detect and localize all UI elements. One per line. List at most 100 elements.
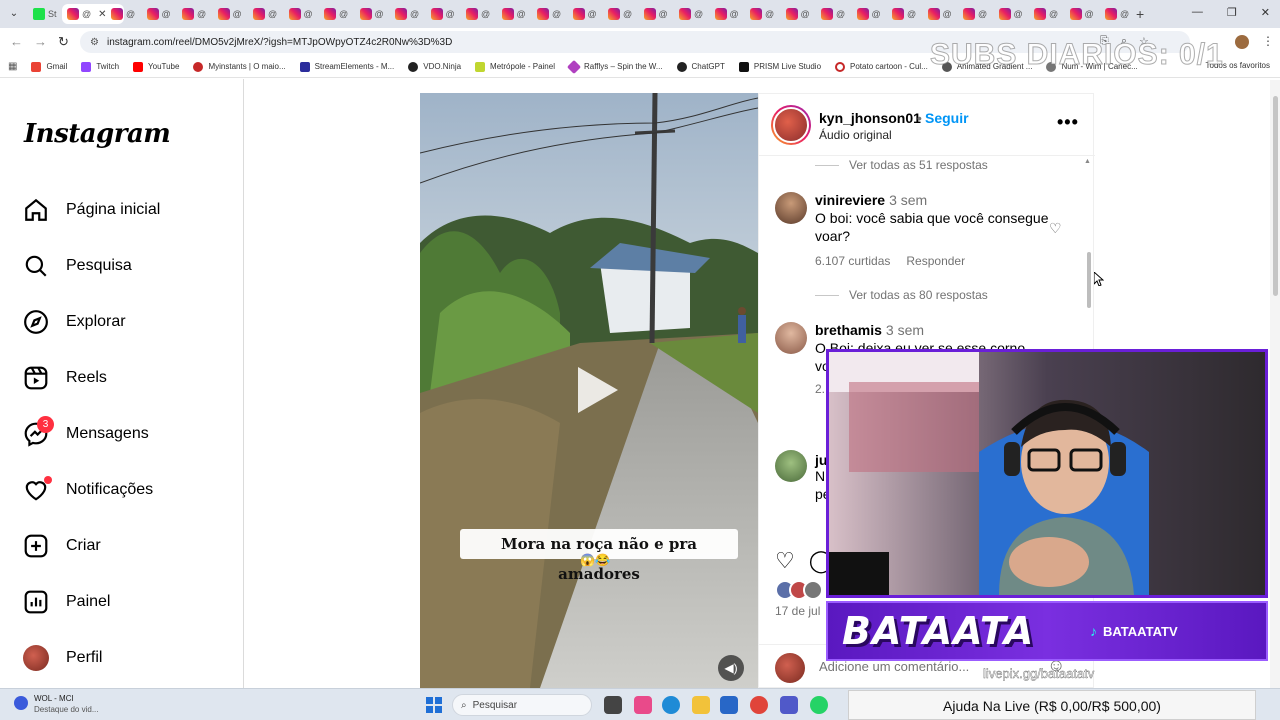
tab-instagram[interactable]: @ <box>1100 4 1136 24</box>
tab-instagram[interactable]: @ <box>958 4 994 24</box>
author-username[interactable]: kyn_jhonson01 <box>819 110 921 126</box>
bookmark-myinstants[interactable]: Myinstants | O maio... <box>193 61 286 72</box>
reload-icon[interactable]: ↻ <box>58 34 69 50</box>
bookmark-twitch[interactable]: Twitch <box>81 61 119 72</box>
tab-kick[interactable]: St <box>28 4 64 24</box>
forward-icon[interactable]: → <box>34 34 47 49</box>
tab-search-icon[interactable]: ⌄ <box>6 6 22 22</box>
view-replies-51[interactable]: Ver todas as 51 respostas <box>815 158 988 172</box>
close-window-icon[interactable]: ✕ <box>1261 6 1270 19</box>
chrome-icon[interactable] <box>750 696 768 714</box>
bookmark-metropole[interactable]: Metrópole - Painel <box>475 61 555 72</box>
tab-instagram[interactable]: @ <box>497 4 533 24</box>
tab-instagram[interactable]: @ <box>568 4 604 24</box>
bookmark-vdoninja[interactable]: VDO.Ninja <box>408 61 461 72</box>
apps-icon[interactable]: ▦ <box>8 61 17 72</box>
tab-instagram[interactable]: @ <box>639 4 675 24</box>
tab-instagram[interactable]: @ <box>852 4 888 24</box>
new-tab-icon[interactable]: + <box>1136 6 1144 22</box>
bookmark-gmail[interactable]: Gmail <box>31 61 67 72</box>
nav-notifications[interactable]: Notificações <box>22 474 153 506</box>
nav-home[interactable]: Página inicial <box>22 194 160 226</box>
scroll-up-arrow-icon[interactable]: ▲ <box>1084 158 1091 165</box>
tab-instagram[interactable]: @ <box>887 4 923 24</box>
avatar[interactable] <box>775 192 807 224</box>
follow-button[interactable]: Seguir <box>925 110 969 126</box>
page-scrollbar[interactable] <box>1273 96 1278 296</box>
nav-explore[interactable]: Explorar <box>22 306 126 338</box>
windows-start-icon[interactable] <box>426 697 442 713</box>
play-icon[interactable] <box>558 355 628 425</box>
bookmark-potato[interactable]: Potato cartoon - Cul... <box>835 61 928 72</box>
back-icon[interactable]: ← <box>10 34 23 49</box>
avatar[interactable] <box>775 322 807 354</box>
tab-instagram[interactable]: @ <box>745 4 781 24</box>
tab-instagram[interactable]: @ <box>710 4 746 24</box>
nav-profile[interactable]: Perfil <box>22 642 102 674</box>
tab-instagram[interactable]: @ <box>994 4 1030 24</box>
browser-profile-avatar[interactable] <box>1235 35 1249 49</box>
like-heart-icon[interactable]: ♡ <box>1049 220 1062 237</box>
volume-icon[interactable]: ◀) <box>718 655 744 681</box>
tab-label: @ <box>978 9 988 19</box>
tab-instagram[interactable]: @ <box>816 4 852 24</box>
reply-button[interactable]: Responder <box>906 254 965 268</box>
store-icon[interactable] <box>720 696 738 714</box>
bookmark-youtube[interactable]: YouTube <box>133 61 179 72</box>
nav-reels[interactable]: Reels <box>22 362 107 394</box>
liked-by-avatars[interactable] <box>775 580 823 600</box>
minimize-icon[interactable]: — <box>1192 6 1203 19</box>
reel-video[interactable]: Mora na roça não e pra amadores 😱😂 ◀) <box>420 93 758 688</box>
maximize-icon[interactable]: ❐ <box>1227 6 1237 19</box>
copilot-icon[interactable] <box>634 696 652 714</box>
tab-instagram[interactable]: @ <box>1029 4 1065 24</box>
nav-create[interactable]: Criar <box>22 530 101 562</box>
nav-search[interactable]: Pesquisa <box>22 250 132 282</box>
tab-instagram[interactable]: @ <box>461 4 497 24</box>
audio-label[interactable]: Áudio original <box>819 128 892 142</box>
taskbar-widget[interactable]: WOL - MCI Destaque do vid... <box>14 693 98 715</box>
author-avatar[interactable] <box>771 105 811 145</box>
nav-messages[interactable]: 3 Mensagens <box>22 416 149 450</box>
browser-menu-icon[interactable]: ⋮ <box>1262 34 1274 48</box>
tab-instagram[interactable]: @ <box>355 4 391 24</box>
tab-instagram[interactable]: @ <box>781 4 817 24</box>
instagram-logo[interactable]: Instagram <box>24 119 171 149</box>
file-explorer-icon[interactable] <box>692 696 710 714</box>
post-date[interactable]: 17 de jul <box>775 604 820 618</box>
bookmark-streamelements[interactable]: StreamElements - M... <box>299 61 394 72</box>
tab-instagram[interactable]: @ <box>106 4 142 24</box>
tab-instagram[interactable]: @ <box>142 4 178 24</box>
view-replies-80[interactable]: Ver todas as 80 respostas <box>815 288 988 302</box>
whatsapp-icon[interactable] <box>810 696 828 714</box>
tab-instagram[interactable]: @ <box>177 4 213 24</box>
tab-instagram[interactable]: @ <box>213 4 249 24</box>
like-icon[interactable]: ♡ <box>775 548 795 574</box>
site-info-icon[interactable]: ⚙ <box>90 37 99 48</box>
comment-username[interactable]: vinireviere 3 sem <box>815 192 927 208</box>
comments-scrollbar[interactable] <box>1087 252 1091 308</box>
tab-instagram[interactable]: @ <box>923 4 959 24</box>
bookmark-rafflys[interactable]: Rafflys – Spin the W... <box>566 59 663 74</box>
edge-icon[interactable] <box>662 696 680 714</box>
bookmark-prism[interactable]: PRISM Live Studio <box>738 61 821 72</box>
tab-instagram[interactable]: @ <box>319 4 355 24</box>
task-view-icon[interactable] <box>604 696 622 714</box>
tab-instagram[interactable]: @ <box>426 4 462 24</box>
taskbar-search[interactable]: ⌕ Pesquisar <box>452 694 592 716</box>
tab-instagram[interactable]: @ <box>532 4 568 24</box>
comment-username[interactable]: brethamis 3 sem <box>815 322 924 338</box>
teams-icon[interactable] <box>780 696 798 714</box>
more-options-icon[interactable]: ••• <box>1057 112 1079 133</box>
comment-likes[interactable]: 6.107 curtidas <box>815 254 890 268</box>
compass-icon <box>22 308 50 336</box>
tab-instagram[interactable]: @ <box>603 4 639 24</box>
avatar[interactable] <box>775 450 807 482</box>
bookmark-chatgpt[interactable]: ChatGPT <box>676 61 725 72</box>
nav-dashboard[interactable]: Painel <box>22 586 110 618</box>
tab-instagram[interactable]: @ <box>390 4 426 24</box>
tab-instagram[interactable]: @ <box>248 4 284 24</box>
tab-instagram[interactable]: @ <box>284 4 320 24</box>
tab-instagram[interactable]: @ <box>1065 4 1101 24</box>
tab-instagram[interactable]: @ <box>674 4 710 24</box>
